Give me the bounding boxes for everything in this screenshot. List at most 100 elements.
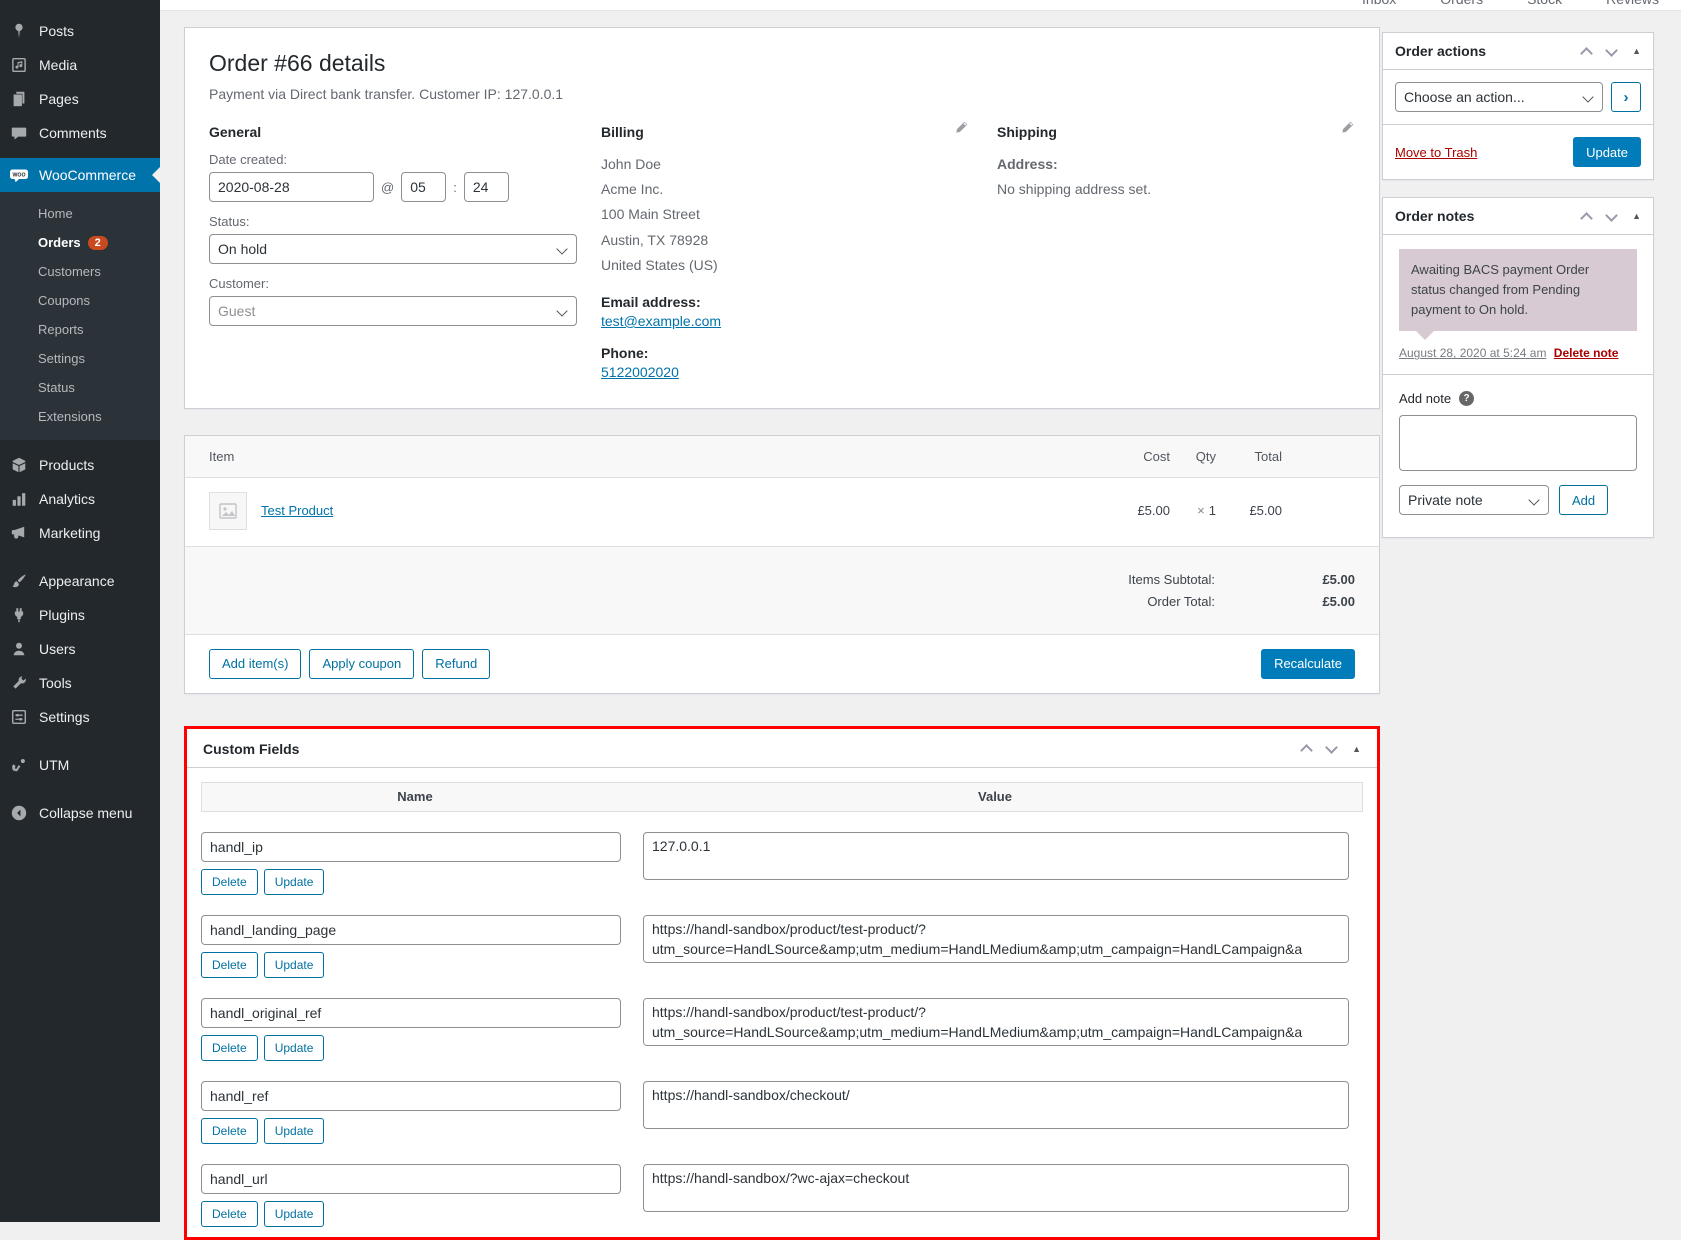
sidebar-item-reports[interactable]: Reports [0, 315, 160, 344]
sidebar-item-status[interactable]: Status [0, 373, 160, 402]
billing-email-link[interactable]: test@example.com [601, 313, 721, 329]
order-date-input[interactable] [209, 172, 374, 202]
sidebar-item-analytics[interactable]: Analytics [0, 482, 160, 516]
move-to-trash-link[interactable]: Move to Trash [1395, 145, 1477, 160]
value-column-header: Value [628, 789, 1362, 804]
sidebar-item-label: Analytics [39, 491, 95, 507]
add-note-label: Add note [1399, 391, 1451, 406]
activity-panel-tabs: Inbox Orders Stock Reviews [160, 0, 1681, 11]
edit-billing-icon[interactable] [954, 120, 969, 135]
date-created-label: Date created: [209, 152, 601, 167]
sidebar-item-posts[interactable]: Posts [0, 14, 160, 48]
colon-separator: : [453, 180, 457, 195]
sidebar-item-settings[interactable]: Settings [0, 700, 160, 734]
update-order-button[interactable]: Update [1573, 137, 1641, 167]
billing-heading: Billing [601, 124, 997, 140]
custom-field-value-textarea[interactable]: https://handl-sandbox/product/test-produ… [643, 915, 1349, 963]
order-status-select[interactable]: On hold [209, 234, 577, 264]
add-note-button[interactable]: Add [1559, 485, 1608, 515]
billing-phone-link[interactable]: 5122002020 [601, 364, 679, 380]
sidebar-item-media[interactable]: Media [0, 48, 160, 82]
move-up-icon[interactable] [1580, 47, 1593, 60]
sidebar-item-extensions[interactable]: Extensions [0, 402, 160, 431]
update-field-button[interactable]: Update [264, 869, 325, 895]
sidebar-item-orders[interactable]: Orders2 [0, 228, 160, 257]
custom-field-name-input[interactable] [201, 832, 621, 862]
toggle-panel-icon[interactable]: ▲ [1632, 46, 1641, 56]
apply-action-button[interactable]: › [1611, 82, 1641, 112]
items-table-header: Item Cost Qty Total [185, 436, 1379, 478]
order-minute-input[interactable] [464, 172, 509, 202]
customer-select[interactable]: Guest [209, 296, 577, 326]
custom-field-row: Delete Update https://handl-sandbox/prod… [201, 998, 1363, 1061]
move-up-icon[interactable] [1580, 212, 1593, 225]
move-down-icon[interactable] [1605, 209, 1618, 222]
delete-field-button[interactable]: Delete [201, 1035, 258, 1061]
delete-field-button[interactable]: Delete [201, 1118, 258, 1144]
update-field-button[interactable]: Update [264, 952, 325, 978]
delete-field-button[interactable]: Delete [201, 869, 258, 895]
toggle-panel-icon[interactable]: ▲ [1632, 211, 1641, 221]
sidebar-item-home[interactable]: Home [0, 199, 160, 228]
note-date-link[interactable]: August 28, 2020 at 5:24 am [1399, 346, 1546, 360]
sidebar-item-marketing[interactable]: Marketing [0, 516, 160, 550]
custom-field-name-input[interactable] [201, 1081, 621, 1111]
tab-reviews[interactable]: Reviews [1606, 0, 1659, 10]
refund-button[interactable]: Refund [422, 649, 490, 679]
settings-icon [9, 707, 29, 727]
marketing-icon [9, 523, 29, 543]
delete-field-button[interactable]: Delete [201, 1201, 258, 1227]
order-action-select[interactable]: Choose an action... [1395, 82, 1603, 112]
sidebar-item-users[interactable]: Users [0, 632, 160, 666]
sidebar-item-coupons[interactable]: Coupons [0, 286, 160, 315]
sidebar-item-tools[interactable]: Tools [0, 666, 160, 700]
order-hour-input[interactable] [401, 172, 446, 202]
sidebar-item-woocommerce[interactable]: WOO WooCommerce [0, 158, 160, 192]
tab-inbox[interactable]: Inbox [1362, 0, 1396, 10]
custom-field-value-textarea[interactable]: https://handl-sandbox/product/test-produ… [643, 998, 1349, 1046]
update-field-button[interactable]: Update [264, 1035, 325, 1061]
right-sidebar: Order actions ▲ Choose an action... › Mo… [1382, 11, 1654, 538]
tab-orders[interactable]: Orders [1440, 0, 1483, 10]
total-column-header: Total [1216, 449, 1282, 464]
custom-field-value-textarea[interactable]: https://handl-sandbox/?wc-ajax=checkout [643, 1164, 1349, 1212]
collapse-menu-button[interactable]: Collapse menu [0, 796, 160, 830]
move-up-icon[interactable] [1300, 745, 1313, 758]
custom-field-name-input[interactable] [201, 998, 621, 1028]
add-note-textarea[interactable] [1399, 415, 1637, 471]
sidebar-item-comments[interactable]: Comments [0, 116, 160, 150]
update-field-button[interactable]: Update [264, 1118, 325, 1144]
sidebar-item-label: Media [39, 57, 77, 73]
order-actions-panel: Order actions ▲ Choose an action... › Mo… [1382, 32, 1654, 180]
move-down-icon[interactable] [1605, 44, 1618, 57]
tab-stock[interactable]: Stock [1527, 0, 1562, 10]
apply-coupon-button[interactable]: Apply coupon [309, 649, 414, 679]
toggle-panel-icon[interactable]: ▲ [1352, 744, 1361, 754]
add-items-button[interactable]: Add item(s) [209, 649, 301, 679]
move-down-icon[interactable] [1325, 742, 1338, 755]
sidebar-item-label: UTM [39, 757, 69, 773]
name-column-header: Name [202, 789, 628, 804]
sidebar-item-products[interactable]: Products [0, 448, 160, 482]
sidebar-item-pages[interactable]: Pages [0, 82, 160, 116]
custom-field-value-textarea[interactable]: 127.0.0.1 [643, 832, 1349, 880]
sidebar-item-wc-settings[interactable]: Settings [0, 344, 160, 373]
custom-field-value-textarea[interactable]: https://handl-sandbox/checkout/ [643, 1081, 1349, 1129]
note-type-select[interactable]: Private note [1399, 485, 1549, 515]
custom-field-name-input[interactable] [201, 915, 621, 945]
woocommerce-submenu: Home Orders2 Customers Coupons Reports S… [0, 192, 160, 440]
product-name-link[interactable]: Test Product [261, 503, 333, 518]
recalculate-button[interactable]: Recalculate [1261, 649, 1355, 679]
help-icon[interactable]: ? [1459, 391, 1474, 406]
sidebar-item-appearance[interactable]: Appearance [0, 564, 160, 598]
at-separator: @ [381, 180, 394, 195]
delete-field-button[interactable]: Delete [201, 952, 258, 978]
delete-note-link[interactable]: Delete note [1554, 346, 1619, 360]
sidebar-item-customers[interactable]: Customers [0, 257, 160, 286]
update-field-button[interactable]: Update [264, 1201, 325, 1227]
sidebar-item-utm[interactable]: UTM [0, 748, 160, 782]
custom-field-name-input[interactable] [201, 1164, 621, 1194]
sidebar-item-plugins[interactable]: Plugins [0, 598, 160, 632]
collapse-menu-label: Collapse menu [39, 805, 132, 821]
edit-shipping-icon[interactable] [1340, 120, 1355, 135]
